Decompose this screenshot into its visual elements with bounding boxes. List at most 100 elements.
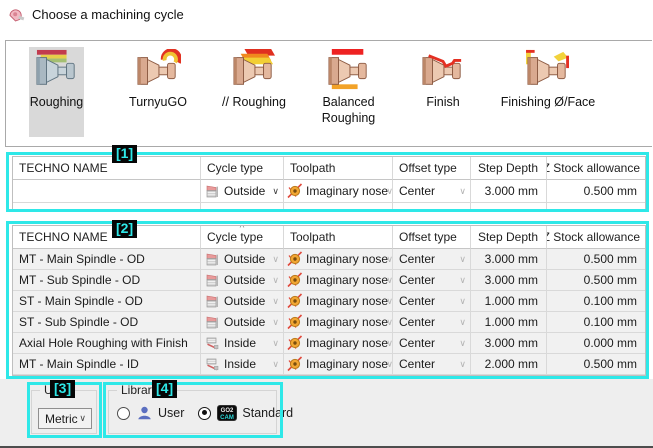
finish-icon (420, 49, 466, 91)
toolpath-value: Imaginary nose (306, 252, 388, 266)
chevron-down-icon: ∨ (386, 359, 393, 370)
chevron-down-icon: ∨ (459, 254, 466, 265)
cycle-type-value: Outside (224, 315, 265, 329)
offset-type-value: Center (399, 315, 435, 329)
current-cycle-table: TECHNO NAME Cycle type Toolpath Offset t… (12, 156, 646, 212)
table-header-row: TECHNO NAME Cycle type ^ Toolpath Offset… (13, 226, 645, 249)
cycle-type-value: Outside (224, 294, 265, 308)
chevron-down-icon: ∨ (272, 186, 279, 197)
table-row[interactable]: MT - Main Spindle - OD Outside ∨ Imagina… (13, 249, 645, 270)
table-row[interactable]: ST - Sub Spindle - OD Outside ∨ Imaginar… (13, 312, 645, 333)
techno-name-cell[interactable]: ST - Main Spindle - OD (13, 291, 201, 312)
col-header-offset-type[interactable]: Offset type (393, 226, 471, 249)
step-depth-cell: 1.000 mm (471, 291, 547, 312)
chevron-down-icon: ∨ (272, 338, 279, 349)
offset-type-dropdown: Center ∨ (393, 270, 471, 291)
library-user-radio[interactable] (117, 407, 130, 420)
cycle-type-value: Outside (224, 252, 265, 266)
cycle-type-dropdown: Inside ∨ (201, 333, 284, 354)
offset-type-value: Center (399, 294, 435, 308)
col-header-cycle-type[interactable]: Cycle type ^ (201, 226, 284, 249)
toolpath-dropdown: Imaginary nose ∨ (284, 249, 393, 270)
techno-name-cell[interactable]: Axial Hole Roughing with Finish (13, 333, 201, 354)
offset-type-dropdown[interactable]: Center ∨ (393, 180, 471, 203)
cycle-label: // Roughing (222, 95, 286, 111)
cycle-type-dropdown: Outside ∨ (201, 270, 284, 291)
chevron-down-icon: ∨ (272, 275, 279, 286)
z-stock-allowance-cell: 0.100 mm (547, 291, 645, 312)
techno-name-cell[interactable]: ST - Sub Spindle - OD (13, 312, 201, 333)
col-header-cycle-type[interactable]: Cycle type (201, 157, 284, 180)
tool-nose-icon (287, 251, 303, 267)
toolpath-value: Imaginary nose (306, 315, 388, 329)
toolpath-value: Imaginary nose (306, 184, 388, 198)
library-standard-radio[interactable] (198, 407, 211, 420)
toolpath-value: Imaginary nose (306, 336, 388, 350)
chevron-down-icon: ∨ (272, 296, 279, 307)
cycle-button-finishing-face[interactable]: Finishing Ø/Face (484, 47, 612, 137)
techno-name-cell[interactable]: MT - Sub Spindle - OD (13, 270, 201, 291)
chevron-down-icon: ∨ (386, 275, 393, 286)
cycle-label: Finishing Ø/Face (501, 95, 595, 111)
col-header-step-depth[interactable]: Step Depth (471, 157, 547, 180)
col-header-toolpath[interactable]: Toolpath (284, 157, 393, 180)
cycle-button-balanced-roughing[interactable]: Balanced Roughing (306, 47, 391, 137)
techno-name-field[interactable] (13, 180, 201, 203)
cycle-button-finish[interactable]: Finish (411, 47, 475, 137)
col-header-toolpath[interactable]: Toolpath (284, 226, 393, 249)
chevron-down-icon: ∨ (79, 413, 86, 424)
outside-cycle-icon (205, 273, 220, 288)
col-header-techno-name[interactable]: TECHNO NAME (13, 226, 201, 249)
outside-cycle-icon (205, 184, 220, 199)
cycle-button-turnyugo[interactable]: TurnyuGO (119, 47, 197, 137)
table-row[interactable]: Outside ∨ Imaginary nose ∨ Center ∨ 3.00… (13, 180, 645, 203)
col-header-z-stock-allowance[interactable]: Z Stock allowance (547, 226, 645, 249)
chevron-down-icon: ∨ (459, 359, 466, 370)
offset-type-dropdown: Center ∨ (393, 249, 471, 270)
cycle-type-dropdown: Outside ∨ (201, 249, 284, 270)
table-row[interactable]: ST - Main Spindle - OD Outside ∨ Imagina… (13, 291, 645, 312)
col-header-step-depth[interactable]: Step Depth (471, 226, 547, 249)
z-stock-allowance-cell: 0.100 mm (547, 312, 645, 333)
chevron-down-icon: ∨ (386, 254, 393, 265)
techno-name-cell[interactable]: MT - Main Spindle - OD (13, 249, 201, 270)
go2cam-logo-icon (217, 405, 237, 421)
tool-nose-icon (287, 356, 303, 372)
cycle-label: Finish (426, 95, 459, 111)
chevron-down-icon: ∨ (386, 338, 393, 349)
step-depth-cell: 2.000 mm (471, 354, 547, 375)
cycle-type-dropdown[interactable]: Outside ∨ (201, 180, 284, 203)
offset-type-dropdown: Center ∨ (393, 354, 471, 375)
toolpath-dropdown: Imaginary nose ∨ (284, 354, 393, 375)
z-stock-allowance-field[interactable]: 0.500 mm (547, 180, 645, 203)
table-row[interactable]: MT - Sub Spindle - OD Outside ∨ Imaginar… (13, 270, 645, 291)
toolpath-dropdown: Imaginary nose ∨ (284, 270, 393, 291)
offset-type-dropdown: Center ∨ (393, 291, 471, 312)
col-header-offset-type[interactable]: Offset type (393, 157, 471, 180)
offset-type-value: Center (399, 336, 435, 350)
step-depth-cell: 1.000 mm (471, 312, 547, 333)
page-title: Choose a machining cycle (32, 7, 184, 22)
cycle-type-value: Outside (224, 184, 265, 198)
z-stock-allowance-cell: 0.000 mm (547, 333, 645, 354)
z-stock-allowance-cell: 0.500 mm (547, 270, 645, 291)
toolpath-dropdown[interactable]: Imaginary nose ∨ (284, 180, 393, 203)
cycle-type-value: Inside (224, 336, 256, 350)
step-depth-field[interactable]: 3.000 mm (471, 180, 547, 203)
table-row[interactable]: MT - Main Spindle - ID Inside ∨ Imaginar… (13, 354, 645, 375)
outside-cycle-icon (205, 252, 220, 267)
chevron-down-icon: ∨ (459, 338, 466, 349)
turnyugo-icon (135, 49, 181, 91)
col-header-techno-name[interactable]: TECHNO NAME (13, 157, 201, 180)
techno-name-cell[interactable]: MT - Main Spindle - ID (13, 354, 201, 375)
finishing-face-icon (525, 49, 571, 91)
col-header-z-stock-allowance[interactable]: Z Stock allowance (547, 157, 645, 180)
library-groupbox: Library User Standard (108, 390, 277, 434)
annotation-label-1: [1] (112, 145, 137, 163)
cycle-button-parallel-roughing[interactable]: // Roughing (206, 47, 302, 137)
cycle-button-roughing[interactable]: Roughing (29, 47, 84, 137)
cycle-type-dropdown: Outside ∨ (201, 291, 284, 312)
table-row[interactable]: Axial Hole Roughing with Finish Inside ∨… (13, 333, 645, 354)
unit-select[interactable]: Metric ∨ (38, 408, 92, 429)
table-header-row: TECHNO NAME Cycle type Toolpath Offset t… (13, 157, 645, 180)
